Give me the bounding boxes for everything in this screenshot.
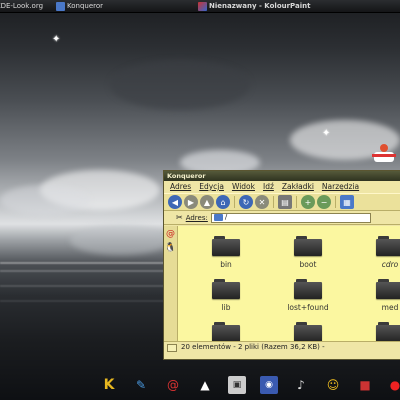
- red-app-icon[interactable]: ●: [386, 376, 400, 394]
- view-mode-button[interactable]: ▦: [340, 195, 354, 209]
- status-bar: 20 elementów - 2 pliki (Razem 36,2 KB) -: [164, 341, 400, 353]
- stop-button[interactable]: ✕: [255, 195, 269, 209]
- file-label: bin: [220, 260, 232, 269]
- arrow-left-icon: ◀: [171, 197, 179, 207]
- tux-icon[interactable]: ▲: [196, 376, 214, 394]
- debian-icon[interactable]: @: [164, 376, 182, 394]
- arrow-right-icon: ▶: [187, 197, 195, 207]
- file-item-lost-found[interactable]: lost+found: [278, 279, 338, 312]
- location-input[interactable]: /: [210, 212, 371, 223]
- file-view: bin boot cdro lib lost+found med: [178, 226, 400, 342]
- clear-location-icon[interactable]: ✂: [176, 213, 183, 222]
- dock: K ✎ @ ▲ ▣ ◉ ♪ ☺ ■ ●: [100, 376, 400, 398]
- file-label: lost+found: [287, 303, 329, 312]
- sidebar: @ 🐧: [164, 226, 178, 341]
- reload-button[interactable]: ↻: [239, 195, 253, 209]
- k-menu-icon[interactable]: K: [100, 376, 118, 394]
- toolbar-separator: [273, 196, 274, 208]
- menu-item-zakladki[interactable]: Zakładki: [282, 181, 314, 193]
- debian-icon[interactable]: @: [166, 229, 175, 239]
- folder-icon: [294, 322, 322, 342]
- file-item[interactable]: [360, 322, 400, 342]
- file-item-boot[interactable]: boot: [278, 236, 338, 269]
- home-icon: ⌂: [220, 197, 226, 207]
- file-label: boot: [299, 260, 317, 269]
- toolbar-separator: [335, 196, 336, 208]
- kolourpaint-icon: [198, 2, 207, 11]
- folder-icon: [376, 236, 400, 256]
- up-button[interactable]: ▲: [200, 195, 214, 209]
- folder-icon: [294, 279, 322, 299]
- taskbar: KDE-Look.org Konqueror Nienazwany - Kolo…: [0, 0, 400, 13]
- menu-item-widok[interactable]: Widok: [232, 181, 255, 193]
- file-label: lib: [221, 303, 231, 312]
- menu-item-adres[interactable]: Adres: [170, 181, 191, 193]
- menu-item-narzedzia[interactable]: Narzędzia: [322, 181, 359, 193]
- arrow-up-icon: ▲: [203, 197, 211, 207]
- location-bar: ✂ Adres: /: [164, 211, 400, 225]
- menubar: Adres Edycja Widok Idź Zakładki Narzędzi…: [164, 181, 400, 193]
- toolbar-separator: [296, 196, 297, 208]
- file-item[interactable]: [278, 322, 338, 342]
- folder-icon: [294, 236, 322, 256]
- print-button[interactable]: ▤: [278, 195, 292, 209]
- game-icon[interactable]: ■: [356, 376, 374, 394]
- zoom-out-button[interactable]: −: [317, 195, 331, 209]
- folder-icon: [212, 236, 240, 256]
- back-button[interactable]: ◀: [168, 195, 182, 209]
- window-titlebar[interactable]: Konqueror: [164, 171, 400, 181]
- taskbar-label: KDE-Look.org: [0, 2, 44, 10]
- file-item-media[interactable]: med: [360, 279, 400, 312]
- network-icon[interactable]: ◉: [260, 376, 278, 394]
- file-item-bin[interactable]: bin: [196, 236, 256, 269]
- zoom-out-icon: −: [320, 197, 328, 207]
- folder-icon: [376, 322, 400, 342]
- wallpaper-cloud: [110, 60, 250, 110]
- kdm-icon[interactable]: ▣: [228, 376, 246, 394]
- menu-item-edycja[interactable]: Edycja: [199, 181, 224, 193]
- menu-item-idz[interactable]: Idź: [263, 181, 274, 193]
- konqueror-window: Konqueror Adres Edycja Widok Idź Zakładk…: [163, 170, 400, 360]
- folder-icon: [213, 214, 223, 221]
- location-label: Adres:: [185, 213, 208, 222]
- reload-icon: ↻: [242, 197, 250, 207]
- printer-icon: ▤: [281, 197, 289, 207]
- smiley-icon[interactable]: ☺: [324, 376, 342, 394]
- file-item[interactable]: [196, 322, 256, 342]
- status-text: 20 elementów - 2 pliki (Razem 36,2 KB) -: [181, 343, 325, 351]
- home-button[interactable]: ⌂: [216, 195, 230, 209]
- music-icon[interactable]: ♪: [292, 376, 310, 394]
- taskbar-label: Konqueror: [67, 2, 104, 10]
- icon-view-icon: ▦: [343, 197, 351, 207]
- file-item-cdrom[interactable]: cdro: [360, 236, 400, 269]
- content-area: @ 🐧 bin boot cdro lib lost+found med: [164, 226, 400, 342]
- taskbar-item-konqueror[interactable]: Konqueror: [56, 0, 103, 13]
- konqueror-icon: [56, 2, 65, 11]
- forward-button[interactable]: ▶: [184, 195, 198, 209]
- window-title: Konqueror: [167, 172, 206, 180]
- taskbar-item-kolourpaint[interactable]: Nienazwany - KolourPaint: [198, 0, 310, 13]
- zoom-in-icon: +: [304, 197, 312, 207]
- zoom-in-button[interactable]: +: [301, 195, 315, 209]
- star-icon: ✦: [52, 34, 61, 45]
- wallpaper-cloud: [70, 225, 170, 255]
- taskbar-item-kde-look[interactable]: KDE-Look.org: [0, 0, 43, 13]
- toolbar-separator: [234, 196, 235, 208]
- tux-icon[interactable]: 🐧: [165, 243, 176, 253]
- folder-icon: [212, 322, 240, 342]
- taskbar-label: Nienazwany - KolourPaint: [209, 2, 311, 10]
- file-label: med: [381, 303, 399, 312]
- desktop-figure-icon[interactable]: [372, 144, 396, 166]
- wallpaper-cloud: [0, 185, 90, 215]
- star-icon: ✦: [322, 128, 331, 139]
- folder-icon: [212, 279, 240, 299]
- folder-icon: [376, 279, 400, 299]
- toolbar: ◀ ▶ ▲ ⌂ ↻ ✕ ▤ + − ▦: [164, 193, 400, 211]
- stop-icon: ✕: [258, 197, 266, 207]
- file-label: cdro: [381, 260, 399, 269]
- status-indicator: [167, 343, 177, 352]
- broom-icon[interactable]: ✎: [132, 376, 150, 394]
- location-value: /: [224, 213, 228, 221]
- file-item-lib[interactable]: lib: [196, 279, 256, 312]
